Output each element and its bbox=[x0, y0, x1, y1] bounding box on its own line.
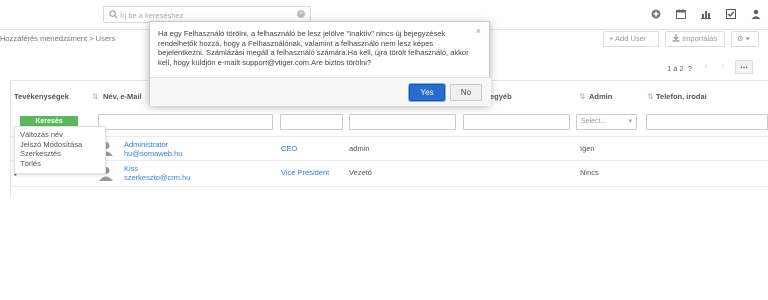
add-icon[interactable] bbox=[651, 9, 661, 19]
row-divider bbox=[10, 186, 768, 187]
col-admin-sort-icon[interactable]: ⇅ bbox=[579, 92, 585, 101]
username-filter-input[interactable] bbox=[349, 114, 456, 130]
col-other-header[interactable]: egyéb bbox=[490, 92, 512, 101]
import-button[interactable]: Importálás bbox=[665, 31, 725, 47]
add-user-button[interactable]: + Add User bbox=[603, 31, 659, 47]
tasks-icon[interactable] bbox=[726, 9, 736, 19]
settings-dropdown-button[interactable]: ⚙ ▾ bbox=[731, 31, 759, 47]
dialog-footer: Yes No bbox=[150, 77, 491, 106]
row-actions-menu: Változás név Jelszó Módosítása Szerkeszt… bbox=[14, 126, 106, 174]
table-row-name[interactable]: Kiss bbox=[124, 164, 138, 173]
download-icon bbox=[672, 34, 680, 42]
breadcrumb[interactable]: Hozzáférés menedzsment > Users bbox=[0, 34, 115, 43]
menu-item-edit[interactable]: Szerkesztés bbox=[20, 149, 100, 159]
no-button[interactable]: No bbox=[450, 84, 482, 101]
table-row-email[interactable]: szerkeszto@crm.hu bbox=[124, 173, 190, 182]
other-filter-input[interactable] bbox=[463, 114, 570, 130]
calendar-icon[interactable] bbox=[676, 9, 686, 19]
table-row-admin: Nincs bbox=[580, 168, 599, 177]
more-pages-button[interactable]: … bbox=[735, 60, 753, 74]
menu-item-delete[interactable]: Törlés bbox=[20, 159, 100, 169]
yes-button[interactable]: Yes bbox=[409, 84, 445, 101]
table-row-admin: Igen bbox=[580, 144, 595, 153]
admin-select-placeholder: Select... bbox=[581, 118, 607, 125]
menu-item-change-password[interactable]: Jelszó Módosítása bbox=[20, 140, 100, 150]
row-divider bbox=[10, 136, 768, 137]
reports-icon[interactable] bbox=[701, 9, 711, 19]
prev-page-button[interactable]: ‹ bbox=[699, 60, 713, 74]
search-placeholder: Írj be a kereséshez bbox=[120, 11, 184, 20]
pagination-total-unknown[interactable]: ? bbox=[688, 64, 692, 73]
user-icon[interactable] bbox=[751, 9, 761, 19]
next-page-button[interactable]: › bbox=[716, 60, 730, 74]
col-admin-header[interactable]: Admin bbox=[589, 92, 612, 101]
pagination-range: 1 a 2 ? bbox=[667, 64, 692, 73]
admin-filter-select[interactable]: Select... ▾ bbox=[576, 114, 637, 130]
table-row-role[interactable]: CEO bbox=[281, 144, 297, 153]
col-sort-icon[interactable]: ⇅ bbox=[92, 92, 98, 101]
table-row-username: admin bbox=[349, 144, 370, 153]
search-icon bbox=[109, 10, 118, 19]
dialog-message: Ha egy Felhasználó törölni, a felhasznál… bbox=[158, 29, 469, 67]
col-phone-sort-icon[interactable]: ⇅ bbox=[647, 92, 653, 101]
chevron-down-icon: ▾ bbox=[628, 118, 632, 125]
clear-search-icon[interactable]: × bbox=[297, 10, 305, 18]
row-divider bbox=[10, 160, 768, 161]
table-row-role[interactable]: Vice President bbox=[281, 168, 329, 177]
menu-item-change-name[interactable]: Változás név bbox=[20, 130, 100, 140]
delete-confirm-dialog: Ha egy Felhasználó törölni, a felhasznál… bbox=[149, 21, 491, 106]
close-icon[interactable]: × bbox=[476, 26, 481, 36]
import-label: Importálás bbox=[682, 34, 718, 43]
table-row-name[interactable]: Administrator bbox=[124, 140, 168, 149]
col-actions-header: Tevékenységek bbox=[14, 92, 69, 101]
table-row-email[interactable]: hu@somaweb.hu bbox=[124, 149, 182, 158]
role-filter-input[interactable] bbox=[280, 114, 343, 130]
table-row-username: Vezető bbox=[349, 168, 372, 177]
name-filter-input[interactable] bbox=[98, 114, 273, 130]
phone-filter-input[interactable] bbox=[646, 114, 768, 130]
pagination-range-text: 1 a 2 bbox=[667, 64, 684, 73]
col-phone-header[interactable]: Telefon, irodai bbox=[656, 92, 707, 101]
col-name-header[interactable]: Név, e-Mail bbox=[103, 92, 142, 101]
